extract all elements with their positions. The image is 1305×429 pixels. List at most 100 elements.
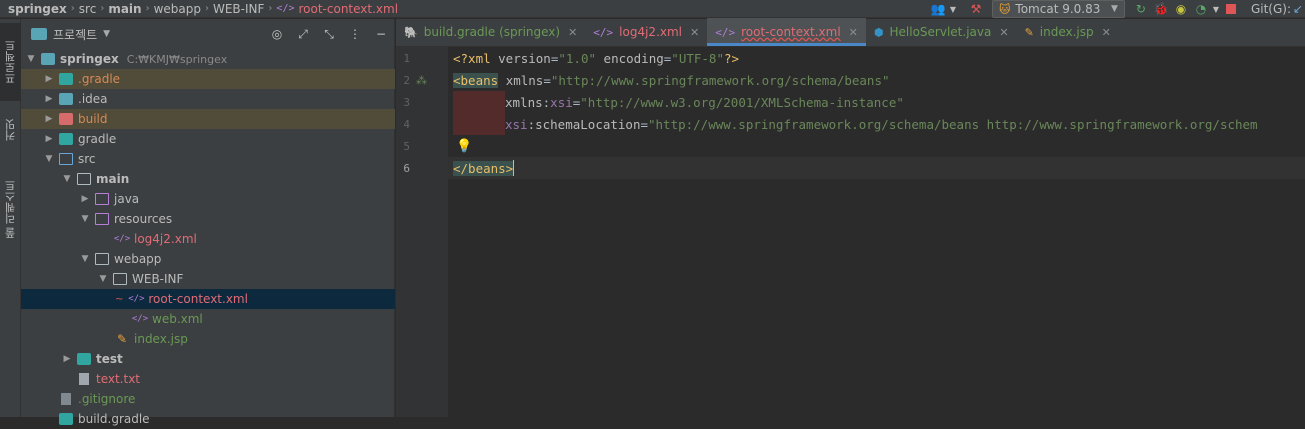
close-icon[interactable]: ✕ bbox=[568, 26, 577, 39]
bean-structure-icon[interactable]: ⁂ bbox=[416, 74, 427, 87]
chevron-right-icon[interactable]: ▶ bbox=[61, 354, 73, 364]
xml-file-icon: </> bbox=[276, 3, 295, 14]
close-icon[interactable]: ✕ bbox=[1102, 26, 1111, 39]
tree-item-gitignore[interactable]: .gitignore bbox=[21, 389, 395, 409]
source-folder-icon bbox=[59, 153, 73, 165]
tree-item-idea[interactable]: ▶ .idea bbox=[21, 89, 395, 109]
resources-folder-icon bbox=[95, 213, 109, 225]
breadcrumb-item-src[interactable]: src bbox=[79, 2, 97, 16]
folder-icon bbox=[95, 253, 109, 265]
chevron-down-icon[interactable]: ▼ bbox=[79, 214, 91, 224]
gradle-file-icon bbox=[59, 413, 73, 425]
tool-tab-pull-requests[interactable]: 풀 리퀘스트 bbox=[0, 167, 21, 251]
tree-item-label: root-context.xml bbox=[148, 292, 248, 306]
git-menu-label[interactable]: Git(G): bbox=[1251, 2, 1291, 16]
tree-item-index-jsp[interactable]: ✎ index.jsp bbox=[21, 329, 395, 349]
tree-item-main[interactable]: ▼ main bbox=[21, 169, 395, 189]
tab-label: index.jsp bbox=[1039, 25, 1094, 39]
tree-item-java[interactable]: ▶ java bbox=[21, 189, 395, 209]
stop-icon[interactable] bbox=[1221, 0, 1241, 18]
breadcrumb-item-springex[interactable]: springex bbox=[8, 2, 67, 16]
tool-tab-commit[interactable]: 커밋 bbox=[0, 107, 21, 153]
excluded-folder-icon bbox=[59, 113, 73, 125]
tree-item-gradle[interactable]: ▶ gradle bbox=[21, 129, 395, 149]
line-number: 2 bbox=[403, 74, 410, 87]
profiler-icon[interactable]: ◔ bbox=[1191, 0, 1211, 18]
tree-item-gradle-dir[interactable]: ▶ .gradle bbox=[21, 69, 395, 89]
tree-item-springex[interactable]: ▼ springex C:₩KMJ₩springex bbox=[21, 49, 395, 69]
test-folder-icon bbox=[77, 353, 91, 365]
breadcrumb-item-main[interactable]: main bbox=[108, 2, 141, 16]
tree-item-src[interactable]: ▼ src bbox=[21, 149, 395, 169]
tree-item-root-context[interactable]: ~ </> root-context.xml bbox=[21, 289, 395, 309]
tab-hello-servlet[interactable]: ⬢ HelloServlet.java ✕ bbox=[866, 18, 1017, 46]
tree-item-web-inf[interactable]: ▼ WEB-INF bbox=[21, 269, 395, 289]
tree-item-resources[interactable]: ▼ resources bbox=[21, 209, 395, 229]
breadcrumb-item-root-context[interactable]: root-context.xml bbox=[298, 2, 398, 16]
tab-index-jsp[interactable]: ✎ index.jsp ✕ bbox=[1017, 18, 1119, 46]
tree-item-web-xml[interactable]: </> web.xml bbox=[21, 309, 395, 329]
tree-item-text-txt[interactable]: text.txt bbox=[21, 369, 395, 389]
chevron-down-icon[interactable]: ▼ bbox=[1211, 0, 1221, 18]
hide-panel-icon[interactable]: − bbox=[368, 27, 394, 41]
run-configuration-select[interactable]: 🐱 Tomcat 9.0.83 ▼ bbox=[991, 0, 1125, 18]
project-folder-icon bbox=[31, 28, 47, 40]
tree-item-label: webapp bbox=[114, 252, 162, 266]
chevron-right-icon[interactable]: ▶ bbox=[43, 114, 55, 124]
chevron-down-icon[interactable]: ▼ bbox=[79, 254, 91, 264]
folder-icon bbox=[59, 93, 73, 105]
debug-icon[interactable]: 🐞 bbox=[1151, 0, 1171, 18]
project-tool-window: 프로젝트 ▼ ◎ ⤢ ⤡ ⋮ − ▼ springex C:₩KMJ₩sprin… bbox=[21, 19, 395, 426]
code-editor[interactable]: <?xml version = "1.0" encoding = "UTF-8" ?> <… bbox=[448, 47, 1305, 417]
tool-tab-project[interactable]: 프로젝트 bbox=[0, 23, 21, 101]
folder-icon bbox=[59, 73, 73, 85]
chevron-down-icon[interactable]: ▼ bbox=[97, 274, 109, 284]
breadcrumb-item-webapp[interactable]: webapp bbox=[154, 2, 201, 16]
code-line-1: <?xml version = "1.0" encoding = "UTF-8" ?> bbox=[453, 50, 740, 66]
chevron-down-icon[interactable]: ▼ bbox=[948, 0, 958, 18]
chevron-right-icon[interactable]: ▶ bbox=[79, 194, 91, 204]
chevron-right-icon[interactable]: ▶ bbox=[43, 94, 55, 104]
lightbulb-icon[interactable]: 💡 bbox=[456, 139, 472, 154]
tree-item-webapp[interactable]: ▼ webapp bbox=[21, 249, 395, 269]
xml-file-icon: </> bbox=[113, 234, 131, 244]
close-icon[interactable]: ✕ bbox=[999, 26, 1008, 39]
tree-item-build[interactable]: ▶ build bbox=[21, 109, 395, 129]
gitignore-file-icon bbox=[61, 393, 71, 405]
close-icon[interactable]: ✕ bbox=[849, 26, 858, 39]
more-options-icon[interactable]: ⋮ bbox=[342, 27, 368, 41]
account-icon[interactable]: 👥 bbox=[928, 0, 948, 18]
chevron-right-icon: › bbox=[145, 3, 150, 14]
tab-root-context[interactable]: </> root-context.xml ✕ bbox=[707, 18, 866, 46]
chevron-down-icon: ▼ bbox=[1111, 4, 1118, 14]
breadcrumb-item-web-inf[interactable]: WEB-INF bbox=[213, 2, 264, 16]
git-update-icon[interactable]: ↙ bbox=[1291, 0, 1305, 18]
tab-log4j2[interactable]: </> log4j2.xml ✕ bbox=[585, 18, 707, 46]
chevron-down-icon[interactable]: ▼ bbox=[25, 54, 37, 64]
line-number: 3 bbox=[403, 96, 410, 109]
tab-label: HelloServlet.java bbox=[889, 25, 992, 39]
build-hammer-icon[interactable]: ⚒ bbox=[966, 0, 986, 18]
chevron-down-icon[interactable]: ▼ bbox=[61, 174, 73, 184]
tab-build-gradle[interactable]: 🐘 build.gradle (springex) ✕ bbox=[396, 18, 585, 46]
chevron-right-icon: › bbox=[70, 3, 75, 14]
tree-item-test[interactable]: ▶ test bbox=[21, 349, 395, 369]
project-panel-actions: ◎ ⤢ ⤡ ⋮ − bbox=[264, 19, 394, 49]
chevron-right-icon[interactable]: ▶ bbox=[43, 74, 55, 84]
tree-item-log4j2[interactable]: </> log4j2.xml bbox=[21, 229, 395, 249]
chevron-down-icon[interactable]: ▼ bbox=[43, 154, 55, 164]
tree-item-label: .gitignore bbox=[78, 392, 136, 406]
rerun-icon[interactable]: ↻ bbox=[1131, 0, 1151, 18]
breadcrumb: springex › src › main › webapp › WEB-INF… bbox=[0, 2, 398, 16]
folder-icon bbox=[77, 173, 91, 185]
locate-file-icon[interactable]: ◎ bbox=[264, 27, 290, 41]
collapse-all-icon[interactable]: ⤡ bbox=[316, 27, 342, 42]
tree-item-build-gradle[interactable]: build.gradle bbox=[21, 409, 395, 429]
run-with-coverage-icon[interactable]: ◉ bbox=[1171, 0, 1191, 18]
expand-all-icon[interactable]: ⤢ bbox=[290, 27, 316, 42]
chevron-right-icon: › bbox=[100, 3, 105, 14]
folder-icon bbox=[113, 273, 127, 285]
editor-gutter[interactable]: 1 2 ⁂ 3 4 5 6 bbox=[396, 47, 448, 417]
chevron-right-icon[interactable]: ▶ bbox=[43, 134, 55, 144]
close-icon[interactable]: ✕ bbox=[690, 26, 699, 39]
